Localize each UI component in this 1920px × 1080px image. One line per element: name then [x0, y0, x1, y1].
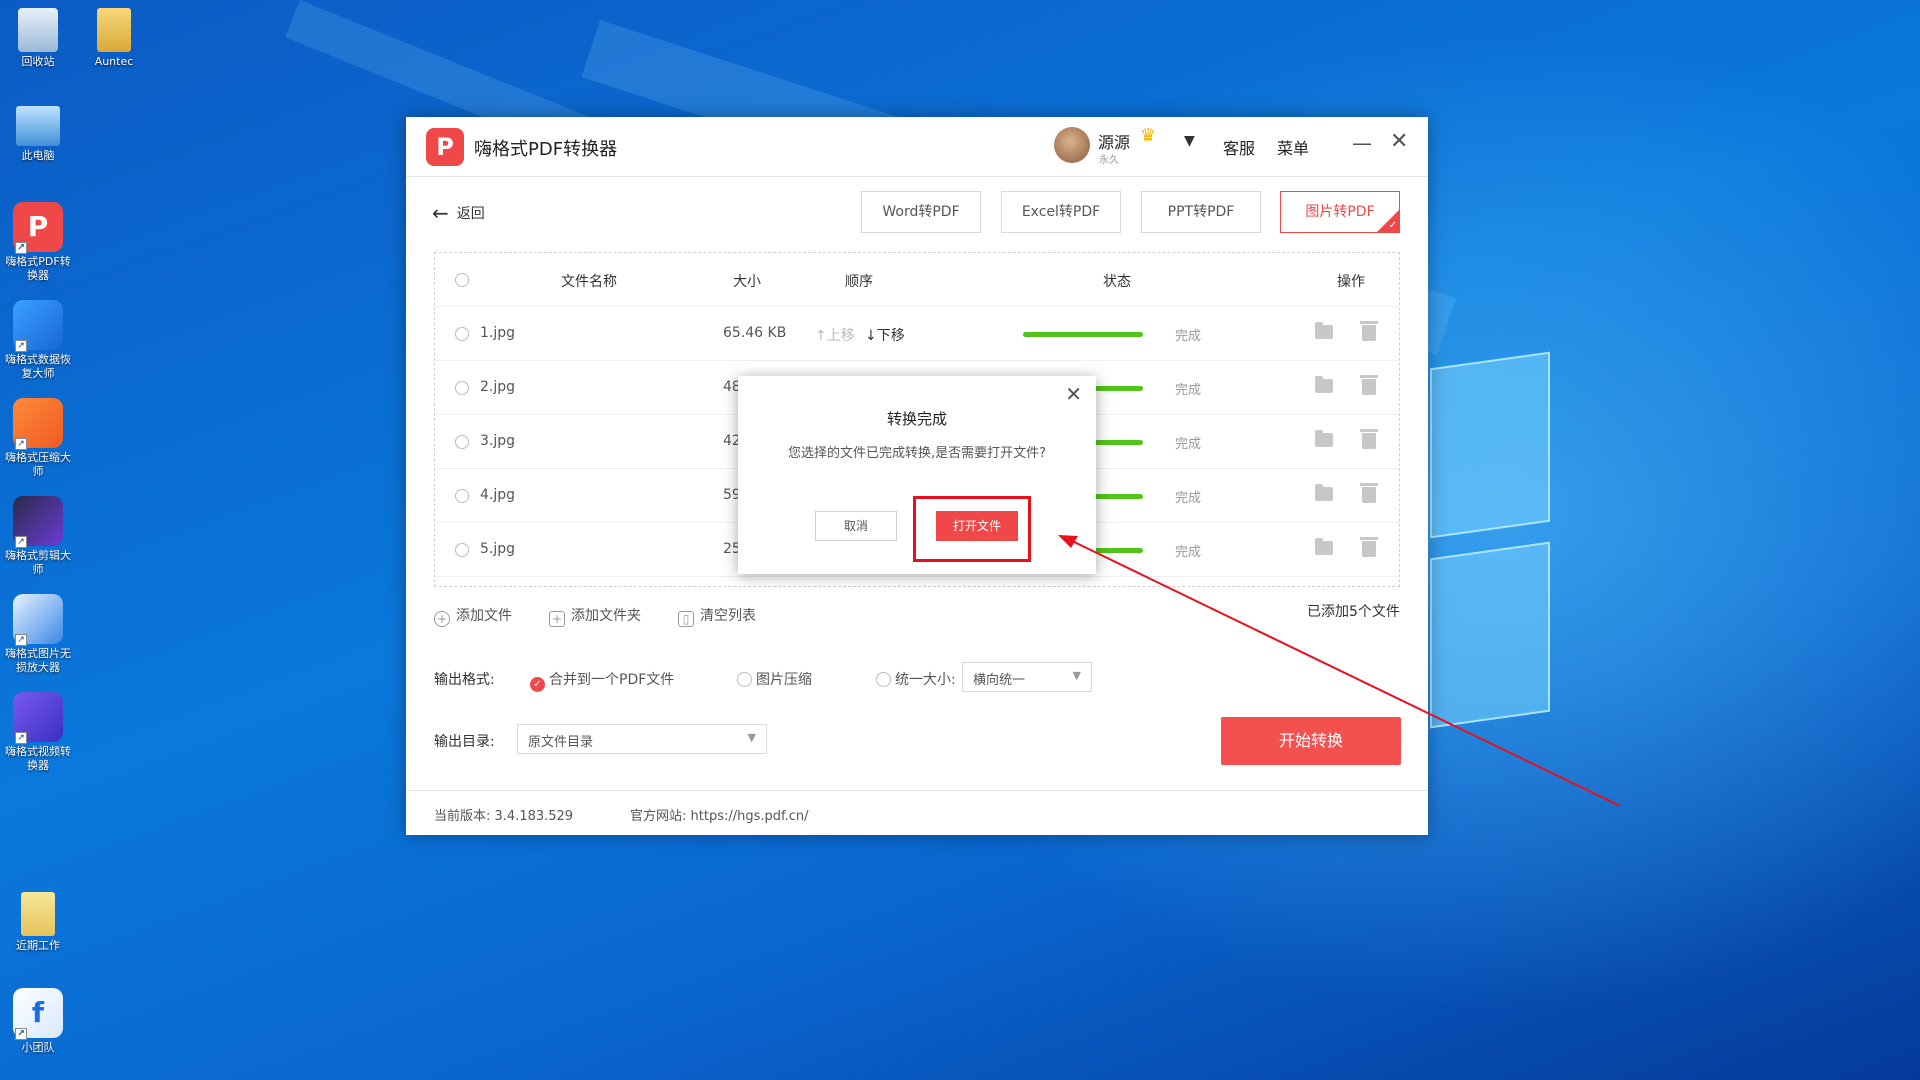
annotation-arrow	[1058, 535, 1621, 807]
